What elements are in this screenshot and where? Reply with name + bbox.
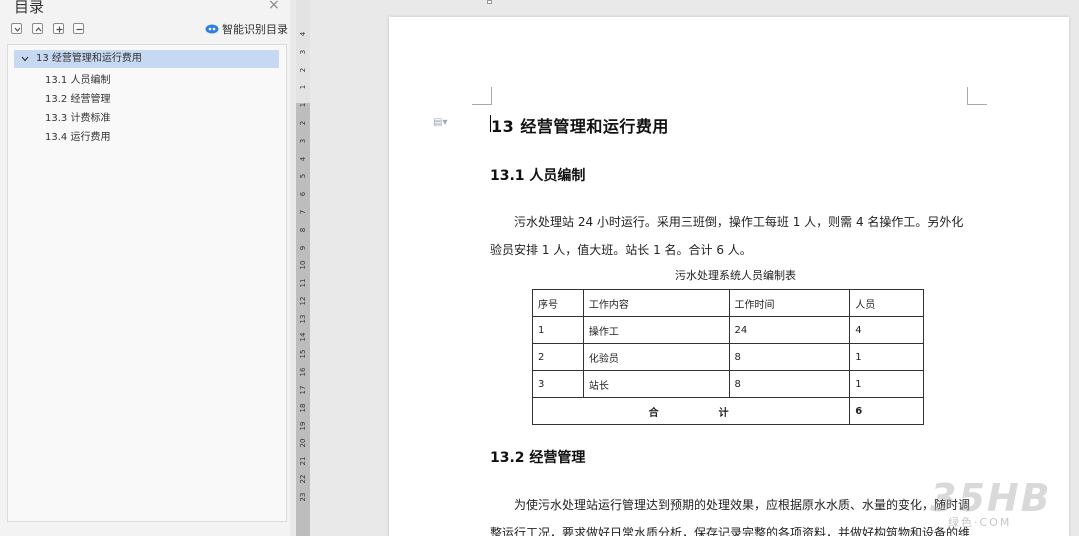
table-cell[interactable]: 8 xyxy=(728,343,851,371)
ruler-number: 16 xyxy=(299,367,307,377)
ruler-number: 1 xyxy=(299,85,307,90)
table-row: 3 站长 8 1 xyxy=(532,370,924,398)
ruler-number: 7 xyxy=(299,209,307,215)
staffing-table[interactable]: 序号 工作内容 工作时间 人员 1 操作工 24 4 2 化验员 8 1 3 站… xyxy=(531,289,924,425)
ruler-number: 5 xyxy=(299,174,307,179)
table-cell[interactable]: 4 xyxy=(849,316,924,344)
heading-1[interactable]: 13 经营管理和运行费用 xyxy=(491,113,669,137)
table-cell[interactable]: 1 xyxy=(849,370,924,398)
expand-up-icon[interactable] xyxy=(32,23,43,34)
toc-item-13[interactable]: 13 经营管理和运行费用 xyxy=(14,50,279,68)
ruler-number: 8 xyxy=(299,227,307,233)
collapse-all-icon[interactable] xyxy=(11,23,22,34)
margin-corner-top-left xyxy=(472,87,492,105)
pane-title: 目录 xyxy=(14,0,45,16)
table-total-value[interactable]: 6 xyxy=(849,397,924,425)
table-cell[interactable]: 站长 xyxy=(582,370,730,398)
ruler-number: 23 xyxy=(299,492,307,502)
document-page[interactable]: ▤▾ 13 经营管理和运行费用 13.1 人员编制 污水处理站 24 小时运行。… xyxy=(389,17,1069,536)
ruler-number: 14 xyxy=(299,332,307,342)
paragraph-menu-icon[interactable]: ▤▾ xyxy=(433,117,447,128)
table-header-cell[interactable]: 人员 xyxy=(849,289,924,317)
ruler-number: 18 xyxy=(299,403,307,413)
ruler-number: 2 xyxy=(299,67,307,72)
ruler-number: 22 xyxy=(299,474,307,484)
heading-section-13-1[interactable]: 13.1 人员编制 xyxy=(490,165,585,185)
table-cell[interactable]: 8 xyxy=(728,370,851,398)
ruler-number: 4 xyxy=(299,156,307,161)
table-cell[interactable]: 1 xyxy=(532,316,584,344)
table-header-row: 序号 工作内容 工作时间 人员 xyxy=(532,289,924,317)
ruler-number: 6 xyxy=(299,191,307,197)
table-header-cell[interactable]: 序号 xyxy=(532,289,584,317)
table-row: 1 操作工 24 4 xyxy=(532,316,924,344)
close-icon[interactable]: × xyxy=(268,0,280,13)
table-caption[interactable]: 污水处理系统人员编制表 xyxy=(675,267,796,283)
toc-item-label: 13 经营管理和运行费用 xyxy=(36,53,142,64)
toc-item-13-4[interactable]: 13.4 运行费用 xyxy=(45,128,110,143)
ruler-number: 1 xyxy=(299,102,307,108)
ruler-number: 20 xyxy=(299,438,307,448)
ruler-number: 17 xyxy=(299,385,307,395)
table-cell[interactable]: 操作工 xyxy=(582,316,730,344)
table-cell[interactable]: 3 xyxy=(532,370,584,398)
ruler-number: 19 xyxy=(299,421,307,431)
smart-toc-label: 智能识别目录 xyxy=(222,23,288,36)
table-total-row: 合计 6 xyxy=(531,397,924,425)
ruler-number: 11 xyxy=(299,278,307,288)
table-header-cell[interactable]: 工作内容 xyxy=(582,289,730,317)
table-row: 2 化验员 8 1 xyxy=(532,343,924,371)
smart-eye-icon xyxy=(205,24,219,34)
table-header-cell[interactable]: 工作时间 xyxy=(728,289,851,317)
add-level-icon[interactable] xyxy=(53,23,64,34)
chevron-down-icon[interactable] xyxy=(21,55,29,63)
ruler-number: 2 xyxy=(299,120,307,126)
watermark-sub: 绿色·COM xyxy=(948,516,1012,529)
paragraph-management[interactable]: 为使污水处理站运行管理达到预期的处理效果，应根据原水水质、水量的变化，随时调整运… xyxy=(490,491,975,536)
ruler-marker[interactable] xyxy=(487,0,492,4)
smart-toc-button[interactable]: 智能识别目录 xyxy=(205,21,288,37)
remove-level-icon[interactable] xyxy=(73,23,84,34)
toc-item-13-1[interactable]: 13.1 人员编制 xyxy=(45,71,110,86)
ruler-number: 3 xyxy=(299,138,307,144)
ruler-number: 9 xyxy=(299,245,307,250)
navigation-pane: 目录 × 智能识别目录 13 经营管理和运行费用 13.1 人员编制 13.2 … xyxy=(0,0,290,536)
ruler-number: 15 xyxy=(299,349,307,359)
table-cell[interactable]: 1 xyxy=(849,343,924,371)
table-cell[interactable]: 化验员 xyxy=(582,343,730,371)
ruler-number: 3 xyxy=(299,49,307,55)
ruler-number: 12 xyxy=(299,296,307,306)
heading-section-13-2[interactable]: 13.2 经营管理 xyxy=(490,447,585,467)
table-cell[interactable]: 24 xyxy=(728,316,851,344)
vertical-ruler[interactable]: 4 3 2 1 1 2 3 4 5 6 7 8 9 10 11 12 13 14 15 16 17 18 19 20 21 22 2… xyxy=(296,0,310,536)
toc-item-13-3[interactable]: 13.3 计费标准 xyxy=(45,109,110,124)
ruler-number: 10 xyxy=(299,260,307,270)
table-total-label[interactable]: 合计 xyxy=(531,397,851,425)
ruler-number: 21 xyxy=(299,456,307,466)
toc-list: 13 经营管理和运行费用 13.1 人员编制 13.2 经营管理 13.3 计费… xyxy=(7,44,287,522)
ruler-number: 4 xyxy=(299,31,307,37)
margin-corner-top-right xyxy=(967,87,987,105)
paragraph-staffing[interactable]: 污水处理站 24 小时运行。采用三班倒，操作工每班 1 人，则需 4 名操作工。… xyxy=(490,208,975,264)
toc-item-13-2[interactable]: 13.2 经营管理 xyxy=(45,90,110,105)
ruler-number: 13 xyxy=(299,314,307,324)
table-cell[interactable]: 2 xyxy=(532,343,584,371)
